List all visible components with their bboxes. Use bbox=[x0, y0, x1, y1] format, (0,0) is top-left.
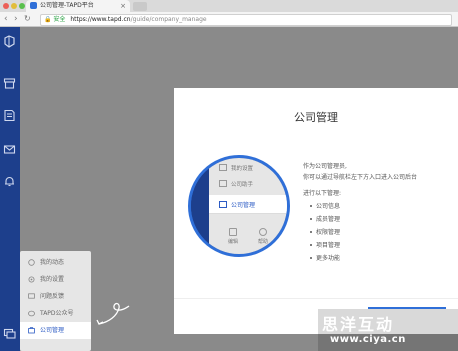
note-icon[interactable] bbox=[3, 109, 16, 122]
url-host: https://www.tapd.cn bbox=[70, 16, 131, 23]
menu-item-label: 我的设置 bbox=[40, 276, 65, 283]
magnifier-item: 公司助手 bbox=[219, 180, 253, 188]
card-intro-line: 作为公司管理员, bbox=[303, 163, 347, 170]
help-icon bbox=[259, 228, 267, 236]
watermark-title: 思洋互动 bbox=[322, 315, 395, 334]
back-icon[interactable]: ‹ bbox=[4, 13, 8, 25]
browser-tab-bar: 公司管理-TAPD平台 × bbox=[0, 0, 458, 12]
user-popup-menu: 我的动态 我的设置 问题反馈 TAPD公众号 公司管理 bbox=[20, 251, 91, 351]
menu-item-company-manage[interactable]: 公司管理 bbox=[20, 322, 91, 339]
magnifier-help: 帮助 bbox=[251, 228, 275, 245]
logo-icon[interactable] bbox=[3, 35, 16, 48]
url-path: /guide/company_manage bbox=[130, 16, 207, 23]
list-item: 项目管理 bbox=[310, 239, 340, 252]
mail-icon[interactable] bbox=[3, 143, 16, 156]
magnifier-illustration: 我的设置 公司助手 公司管理 编辑 帮助 bbox=[188, 155, 290, 257]
magnifier-rail bbox=[191, 158, 209, 254]
list-item: 公司信息 bbox=[310, 200, 340, 213]
tapd-favicon-icon bbox=[30, 2, 37, 9]
card-title: 公司管理 bbox=[294, 111, 338, 124]
wechat-icon bbox=[28, 310, 35, 317]
minimize-window-button[interactable] bbox=[11, 3, 17, 9]
list-item: 权限管理 bbox=[310, 226, 340, 239]
watermark-url: www.ciya.cn bbox=[330, 334, 406, 345]
magnifier-edit: 编辑 bbox=[221, 228, 245, 245]
menu-item-label: TAPD公众号 bbox=[40, 310, 74, 317]
menu-item-label: 公司管理 bbox=[40, 327, 65, 334]
menu-item-feedback[interactable]: 问题反馈 bbox=[20, 288, 91, 305]
settings-icon bbox=[28, 276, 35, 283]
menu-item-label: 问题反馈 bbox=[40, 293, 65, 300]
archive-icon[interactable] bbox=[3, 77, 16, 90]
feedback-icon bbox=[28, 293, 35, 299]
close-window-button[interactable] bbox=[3, 3, 9, 9]
card-intro-line: 你可以通过导航栏左下方入口进入公司后台 bbox=[303, 174, 418, 181]
magnifier-active-label: 公司管理 bbox=[219, 200, 255, 209]
magnifier-divider bbox=[209, 213, 287, 214]
address-bar: ‹ › ↻ 🔒 安全 https://www.tapd.cn/guide/com… bbox=[0, 12, 458, 27]
close-tab-icon[interactable]: × bbox=[120, 0, 126, 12]
menu-item-my-activity[interactable]: 我的动态 bbox=[20, 254, 91, 271]
list-item: 更多功能 bbox=[310, 252, 340, 265]
magnifier-item: 我的设置 bbox=[219, 164, 253, 172]
company-icon bbox=[28, 327, 35, 334]
card-intro-line: 进行以下管理: bbox=[303, 190, 342, 197]
pointer-arrow-icon bbox=[96, 302, 130, 325]
bell-icon[interactable] bbox=[3, 175, 16, 188]
menu-item-my-settings[interactable]: 我的设置 bbox=[20, 271, 91, 288]
forward-icon[interactable]: › bbox=[14, 13, 18, 25]
activity-icon bbox=[28, 259, 35, 266]
maximize-window-button[interactable] bbox=[19, 3, 25, 9]
left-nav-rail bbox=[0, 27, 20, 351]
reload-icon[interactable]: ↻ bbox=[24, 13, 31, 25]
browser-tab[interactable]: 公司管理-TAPD平台 × bbox=[26, 0, 130, 12]
lock-icon: 🔒 bbox=[44, 16, 52, 23]
edit-icon bbox=[229, 228, 237, 236]
chat-icon[interactable] bbox=[3, 327, 16, 340]
tab-title: 公司管理-TAPD平台 bbox=[40, 2, 94, 9]
list-item: 成员管理 bbox=[310, 213, 340, 226]
url-field[interactable]: 🔒 安全 https://www.tapd.cn/guide/company_m… bbox=[40, 14, 452, 26]
new-tab-button[interactable] bbox=[133, 2, 147, 11]
menu-item-label: 我的动态 bbox=[40, 259, 65, 266]
feature-list: 公司信息 成员管理 权限管理 项目管理 更多功能 bbox=[310, 200, 340, 265]
card-divider bbox=[174, 298, 458, 299]
menu-item-wechat[interactable]: TAPD公众号 bbox=[20, 305, 91, 322]
secure-label: 安全 bbox=[53, 16, 66, 23]
